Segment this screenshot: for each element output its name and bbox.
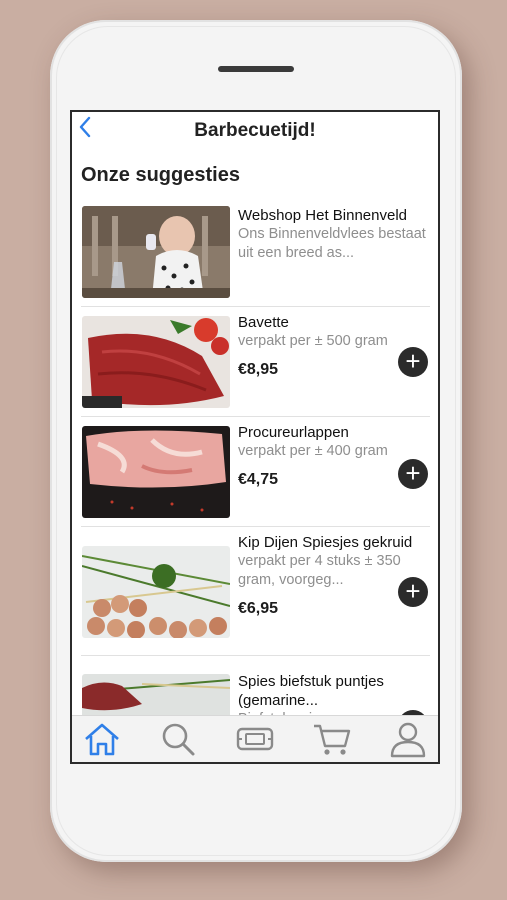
add-to-cart-button[interactable]: + bbox=[398, 577, 428, 607]
item-name: Procureurlappen bbox=[238, 424, 349, 441]
phone-speaker bbox=[218, 66, 294, 72]
list-item[interactable]: Bavette verpakt per ± 500 gram €8,95 + bbox=[81, 307, 430, 417]
list-item[interactable]: Webshop Het Binnenveld Ons Binnenveldvle… bbox=[81, 198, 430, 307]
item-name: Webshop Het Binnenveld bbox=[238, 207, 407, 224]
procureurlappen-image bbox=[82, 426, 230, 518]
item-texts: Bavette verpakt per ± 500 gram €8,95 bbox=[238, 313, 426, 379]
product-list: Webshop Het Binnenveld Ons Binnenveldvle… bbox=[72, 198, 438, 762]
list-item[interactable]: Procureurlappen verpakt per ± 400 gram €… bbox=[81, 417, 430, 527]
ticket-icon[interactable] bbox=[235, 720, 275, 758]
search-icon[interactable] bbox=[158, 720, 198, 758]
item-description: verpakt per ± 400 gram bbox=[238, 443, 388, 459]
profile-icon[interactable] bbox=[388, 720, 428, 758]
navigation-bar: Barbecuetijd! bbox=[72, 112, 438, 148]
tab-bar bbox=[72, 715, 438, 762]
webshop-image bbox=[82, 206, 230, 298]
bavette-image bbox=[82, 316, 230, 408]
page-title: Barbecuetijd! bbox=[194, 120, 316, 141]
item-name: Bavette bbox=[238, 314, 289, 331]
item-texts: Procureurlappen verpakt per ± 400 gram €… bbox=[238, 423, 426, 489]
phone-frame: Barbecuetijd! Onze suggesties Webshop He… bbox=[50, 20, 462, 862]
list-item[interactable]: Kip Dijen Spiesjes gekruid verpakt per 4… bbox=[81, 527, 430, 656]
add-to-cart-button[interactable]: + bbox=[398, 459, 428, 489]
app-screen: Barbecuetijd! Onze suggesties Webshop He… bbox=[70, 110, 440, 764]
item-texts: Kip Dijen Spiesjes gekruid verpakt per 4… bbox=[238, 533, 426, 618]
item-description: Ons Binnenveldvlees bestaat uit een bree… bbox=[238, 226, 426, 261]
kip-spiesjes-image bbox=[82, 546, 230, 638]
home-icon[interactable] bbox=[82, 720, 122, 758]
item-name: Kip Dijen Spiesjes gekruid bbox=[238, 534, 413, 551]
item-description: verpakt per 4 stuks ± 350 gram, voorgeg.… bbox=[238, 553, 401, 588]
item-texts: Webshop Het Binnenveld Ons Binnenveldvle… bbox=[238, 206, 426, 263]
add-to-cart-button[interactable]: + bbox=[398, 347, 428, 377]
item-name: Spies biefstuk puntjes (gemarine... bbox=[238, 673, 384, 709]
cart-icon[interactable] bbox=[312, 720, 352, 758]
item-price: €6,95 bbox=[238, 600, 279, 617]
item-description: verpakt per ± 500 gram bbox=[238, 333, 388, 349]
section-title: Onze suggesties bbox=[81, 164, 240, 186]
